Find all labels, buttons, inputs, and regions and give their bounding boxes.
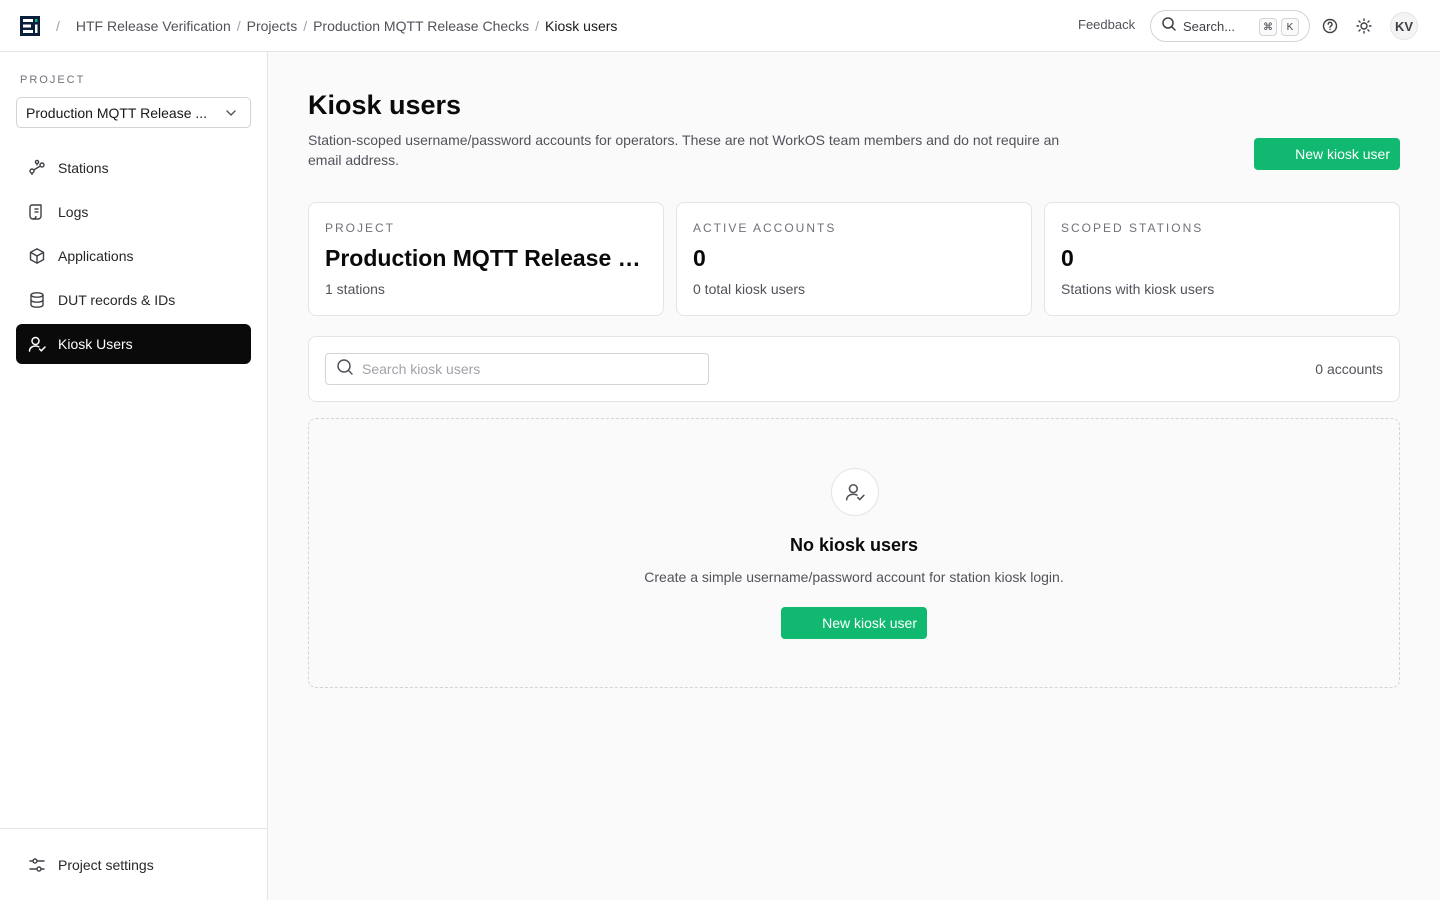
feedback-button[interactable]: Feedback bbox=[1078, 17, 1135, 32]
shortcut-key-cmd: ⌘ bbox=[1259, 18, 1277, 36]
user-check-icon bbox=[28, 335, 46, 353]
sidebar-item-applications[interactable]: Applications bbox=[16, 236, 251, 276]
sidebar-section-label: PROJECT bbox=[20, 74, 86, 86]
top-bar: / HTF Release Verification / Projects / … bbox=[0, 0, 1440, 52]
breadcrumb-separator: / bbox=[303, 18, 308, 34]
stat-label: SCOPED STATIONS bbox=[1061, 221, 1204, 235]
search-label: Search... bbox=[1183, 18, 1236, 34]
new-kiosk-user-button[interactable]: New kiosk user bbox=[1254, 138, 1400, 170]
breadcrumb-separator: / bbox=[56, 18, 60, 34]
page-description: Station-scoped username/password account… bbox=[308, 132, 1060, 168]
project-select-value: Production MQTT Release ... bbox=[26, 104, 208, 121]
sidebar-item-label: Logs bbox=[58, 204, 89, 220]
help-icon[interactable] bbox=[1320, 16, 1340, 36]
breadcrumb: / HTF Release Verification / Projects / … bbox=[56, 0, 617, 52]
sidebar-item-dut-records[interactable]: DUT records & IDs bbox=[16, 280, 251, 320]
stat-value: 0 bbox=[1061, 245, 1074, 271]
accounts-count: 0 accounts bbox=[1315, 361, 1383, 377]
breadcrumb-separator: / bbox=[535, 18, 540, 34]
project-select[interactable]: Production MQTT Release ... bbox=[16, 97, 251, 128]
stat-label: PROJECT bbox=[325, 221, 396, 235]
breadcrumb-current: Kiosk users bbox=[545, 18, 618, 34]
stat-card-project: PROJECT Production MQTT Release Checks 1… bbox=[308, 202, 664, 316]
chevron-down-icon bbox=[224, 106, 238, 123]
sidebar-item-label: Project settings bbox=[58, 857, 154, 873]
stat-card-scoped-stations: SCOPED STATIONS 0 Stations with kiosk us… bbox=[1044, 202, 1400, 316]
theme-toggle-icon[interactable] bbox=[1354, 16, 1374, 36]
sidebar: PROJECT Production MQTT Release ... Stat… bbox=[0, 52, 268, 900]
stat-card-active-accounts: ACTIVE ACCOUNTS 0 0 total kiosk users bbox=[676, 202, 1032, 316]
search-input[interactable] bbox=[362, 361, 702, 377]
stat-subtext: 0 total kiosk users bbox=[693, 281, 806, 297]
sidebar-footer: Project settings bbox=[0, 828, 267, 900]
search-icon bbox=[1161, 16, 1177, 37]
filter-bar: 0 accounts bbox=[308, 336, 1400, 402]
kiosk-user-search[interactable] bbox=[325, 353, 709, 385]
global-search-button[interactable]: Search... ⌘ K bbox=[1150, 10, 1310, 42]
logs-icon bbox=[28, 203, 46, 221]
sidebar-item-label: Stations bbox=[58, 160, 109, 176]
sidebar-item-label: Kiosk Users bbox=[58, 336, 133, 352]
search-icon bbox=[336, 358, 354, 381]
empty-state-title: No kiosk users bbox=[789, 535, 919, 555]
shortcut-key-k: K bbox=[1281, 18, 1299, 36]
stat-label: ACTIVE ACCOUNTS bbox=[693, 221, 837, 235]
user-check-icon bbox=[831, 468, 879, 516]
box-icon bbox=[28, 247, 46, 265]
stat-value: 0 bbox=[693, 245, 706, 271]
breadcrumb-projects[interactable]: Projects bbox=[247, 18, 298, 34]
sidebar-item-stations[interactable]: Stations bbox=[16, 148, 251, 188]
stat-subtext: 1 stations bbox=[325, 281, 385, 297]
sidebar-item-kiosk-users[interactable]: Kiosk Users bbox=[16, 324, 251, 364]
empty-state-description: Create a simple username/password accoun… bbox=[644, 569, 1064, 585]
sidebar-item-label: Applications bbox=[58, 248, 134, 264]
sidebar-item-logs[interactable]: Logs bbox=[16, 192, 251, 232]
stat-value: Production MQTT Release Checks bbox=[325, 245, 651, 271]
sliders-icon bbox=[28, 856, 46, 874]
breadcrumb-separator: / bbox=[236, 18, 241, 34]
user-avatar[interactable]: KV bbox=[1390, 12, 1418, 40]
empty-state: No kiosk users Create a simple username/… bbox=[308, 418, 1400, 688]
breadcrumb-project[interactable]: Production MQTT Release Checks bbox=[313, 18, 529, 34]
main-content: Kiosk users Station-scoped username/pass… bbox=[268, 52, 1440, 900]
app-logo-icon[interactable] bbox=[20, 16, 40, 36]
sidebar-item-label: DUT records & IDs bbox=[58, 292, 176, 308]
database-icon bbox=[28, 291, 46, 309]
page-title: Kiosk users bbox=[308, 90, 462, 120]
empty-new-kiosk-user-button[interactable]: New kiosk user bbox=[781, 607, 927, 639]
breadcrumb-org[interactable]: HTF Release Verification bbox=[76, 18, 231, 34]
stat-subtext: Stations with kiosk users bbox=[1061, 281, 1215, 297]
sidebar-item-project-settings[interactable]: Project settings bbox=[16, 845, 251, 885]
stations-icon bbox=[28, 159, 46, 177]
